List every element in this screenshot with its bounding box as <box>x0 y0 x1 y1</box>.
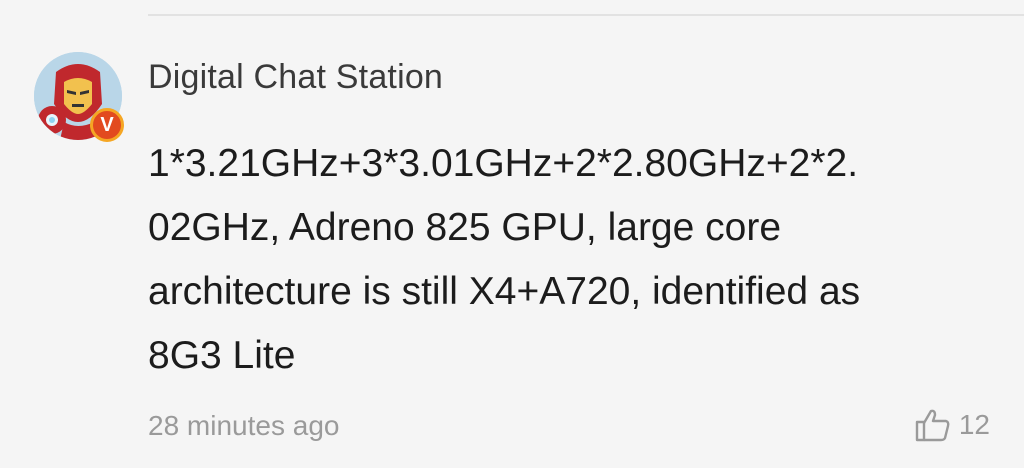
comment-line: 02GHz, Adreno 825 GPU, large core <box>148 206 782 249</box>
comment-card: V Digital Chat Station 1*3.21GHz+3*3.01G… <box>0 0 1024 468</box>
timestamp: 28 minutes ago <box>148 410 340 441</box>
divider <box>148 14 1024 16</box>
like-button[interactable]: 12 <box>915 408 990 442</box>
author-name[interactable]: Digital Chat Station <box>148 58 443 97</box>
comment-body: 1*3.21GHz+3*3.01GHz+2*2.80GHz+2*2. 02GHz… <box>148 132 998 388</box>
thumbs-up-icon[interactable] <box>915 408 951 442</box>
verified-badge: V <box>90 108 124 142</box>
comment-line: architecture is still X4+A720, identifie… <box>148 270 861 313</box>
avatar-wrapper[interactable]: V <box>34 52 124 142</box>
comment-line: 1*3.21GHz+3*3.01GHz+2*2.80GHz+2*2. <box>148 142 859 185</box>
comment-line: 8G3 Lite <box>148 334 296 377</box>
like-count: 12 <box>958 409 990 440</box>
